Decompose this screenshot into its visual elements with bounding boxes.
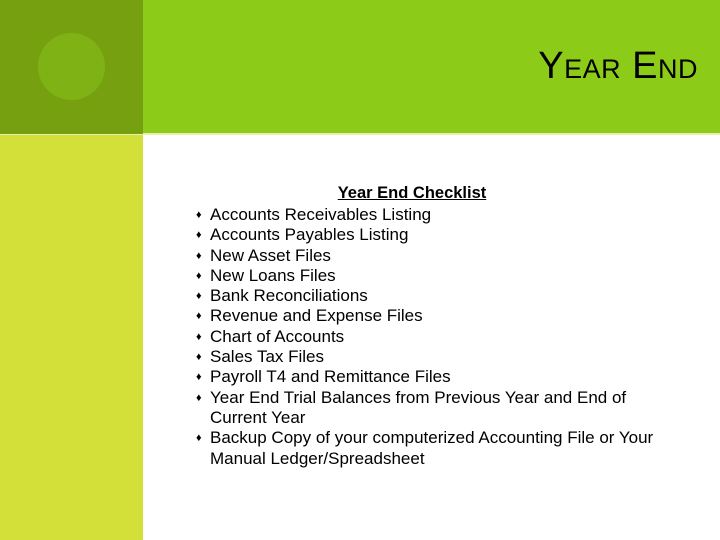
list-item: ♦ Year End Trial Balances from Previous Y… — [196, 388, 670, 429]
list-item: ♦ Chart of Accounts — [196, 327, 670, 347]
list-item-label: Year End Trial Balances from Previous Ye… — [210, 387, 627, 427]
list-item: ♦ New Loans Files — [196, 266, 670, 286]
list-item-label: Bank Reconciliations — [210, 286, 368, 306]
slide-content: Year End Checklist ♦ Accounts Receivables… — [196, 183, 670, 469]
page-title: Year End — [538, 45, 698, 87]
list-item: ♦ Accounts Receivables Listing — [196, 205, 670, 225]
diamond-bullet-icon: ♦ — [196, 391, 202, 404]
header-accent-block — [0, 0, 143, 134]
diamond-bullet-icon: ♦ — [196, 249, 202, 262]
list-item: ♦ Sales Tax Files — [196, 347, 670, 367]
list-item-label: Sales Tax Files — [210, 347, 325, 367]
list-item-label: New Loans Files — [210, 265, 336, 285]
diamond-bullet-icon: ♦ — [196, 229, 202, 242]
diamond-bullet-icon: ♦ — [196, 351, 202, 364]
list-item: ♦ Backup Copy of your computerized Accoun… — [196, 428, 670, 469]
list-item: ♦ Accounts Payables Listing — [196, 225, 670, 245]
list-item-label: Revenue and Expense Files — [210, 306, 423, 326]
diamond-bullet-icon: ♦ — [196, 432, 202, 445]
list-item: ♦ New Asset Files — [196, 246, 670, 266]
checklist: ♦ Accounts Receivables Listing ♦ Accounts P… — [196, 205, 670, 469]
list-item: ♦ Bank Reconciliations — [196, 286, 670, 306]
slide: Year End Year End Checklist ♦ Accounts Re… — [0, 0, 720, 540]
list-item: ♦ Revenue and Expense Files — [196, 306, 670, 326]
circle-decoration-icon — [38, 33, 105, 100]
list-item-label: Accounts Receivables Listing — [210, 205, 432, 224]
checklist-heading: Year End Checklist — [337, 184, 487, 202]
diamond-bullet-icon: ♦ — [196, 290, 202, 303]
list-item-label: New Asset Files — [210, 245, 331, 265]
diamond-bullet-icon: ♦ — [196, 371, 202, 384]
diamond-bullet-icon: ♦ — [196, 310, 202, 323]
diamond-bullet-icon: ♦ — [196, 269, 202, 282]
list-item-label: Accounts Payables Listing — [210, 225, 409, 245]
list-item-label: Payroll T4 and Remittance Files — [210, 367, 451, 387]
diamond-bullet-icon: ♦ — [196, 330, 202, 343]
list-item: ♦ Payroll T4 and Remittance Files — [196, 367, 670, 387]
list-item-label: Chart of Accounts — [210, 326, 345, 346]
list-item-label: Backup Copy of your computerized Account… — [210, 428, 654, 468]
diamond-bullet-icon: ♦ — [196, 209, 202, 221]
